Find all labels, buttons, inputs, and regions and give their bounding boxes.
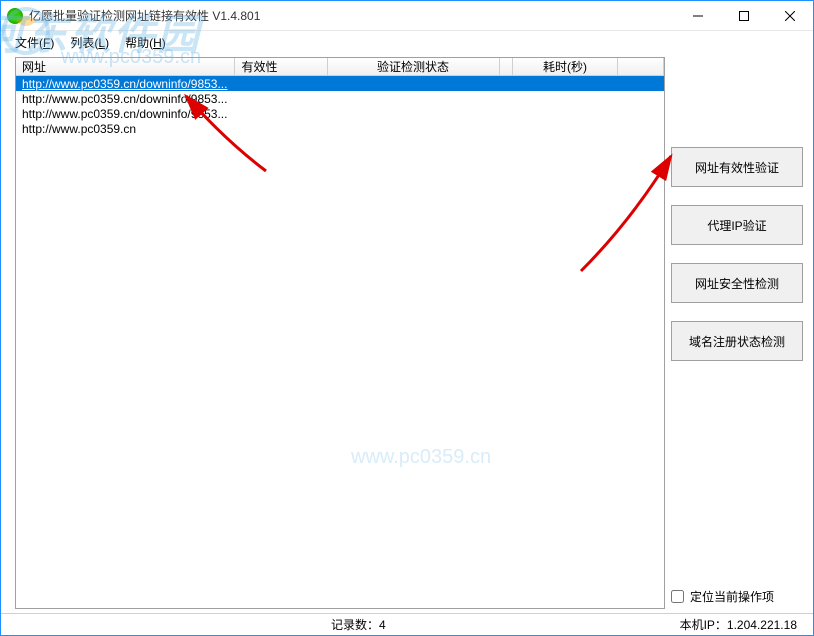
col-gap[interactable] xyxy=(500,58,513,75)
col-url[interactable]: 网址 xyxy=(16,58,235,75)
menubar: 文件(F) 列表(L) 帮助(H) xyxy=(1,31,813,53)
record-count: 记录数：4 xyxy=(331,616,386,633)
table-row[interactable]: http://www.pc0359.cn/downinfo/9853... xyxy=(16,91,664,106)
locate-current-checkbox[interactable]: 定位当前操作项 xyxy=(671,584,803,609)
app-icon xyxy=(7,8,23,24)
validate-url-button[interactable]: 网址有效性验证 xyxy=(671,147,803,187)
maximize-button[interactable] xyxy=(721,1,767,31)
table-row[interactable]: http://www.pc0359.cn/downinfo/9853... xyxy=(16,106,664,121)
cell-url: http://www.pc0359.cn/downinfo/9853... xyxy=(16,77,656,91)
scan-domain-button[interactable]: 域名注册状态检测 xyxy=(671,321,803,361)
table-body[interactable]: http://www.pc0359.cn/downinfo/9853...htt… xyxy=(16,76,664,136)
col-valid[interactable]: 有效性 xyxy=(235,58,327,75)
col-time[interactable]: 耗时(秒) xyxy=(513,58,619,75)
table-row[interactable]: http://www.pc0359.cn/downinfo/9853... xyxy=(16,76,664,91)
titlebar: 亿愿批量验证检测网址链接有效性 V1.4.801 xyxy=(1,1,813,31)
table-header: 网址 有效性 验证检测状态 耗时(秒) xyxy=(16,58,664,76)
close-button[interactable] xyxy=(767,1,813,31)
cell-url: http://www.pc0359.cn/downinfo/9853... xyxy=(16,107,656,121)
window-title: 亿愿批量验证检测网址链接有效性 V1.4.801 xyxy=(29,7,675,24)
statusbar: 记录数：4 本机IP：1.204.221.18 xyxy=(1,613,813,635)
col-last[interactable] xyxy=(618,58,664,75)
url-table[interactable]: 网址 有效性 验证检测状态 耗时(秒) http://www.pc0359.cn… xyxy=(15,57,665,609)
scan-safety-button[interactable]: 网址安全性检测 xyxy=(671,263,803,303)
locate-current-input[interactable] xyxy=(671,590,684,603)
col-status[interactable]: 验证检测状态 xyxy=(328,58,500,75)
cell-url: http://www.pc0359.cn/downinfo/9853... xyxy=(16,92,656,106)
menu-list[interactable]: 列表(L) xyxy=(62,32,117,53)
cell-url: http://www.pc0359.cn xyxy=(16,122,656,136)
side-panel: 网址有效性验证 代理IP验证 网址安全性检测 域名注册状态检测 定位当前操作项 xyxy=(665,53,813,613)
menu-help[interactable]: 帮助(H) xyxy=(117,32,174,53)
minimize-button[interactable] xyxy=(675,1,721,31)
local-ip: 本机IP：1.204.221.18 xyxy=(680,616,803,633)
validate-proxy-button[interactable]: 代理IP验证 xyxy=(671,205,803,245)
table-row[interactable]: http://www.pc0359.cn xyxy=(16,121,664,136)
menu-file[interactable]: 文件(F) xyxy=(7,32,62,53)
